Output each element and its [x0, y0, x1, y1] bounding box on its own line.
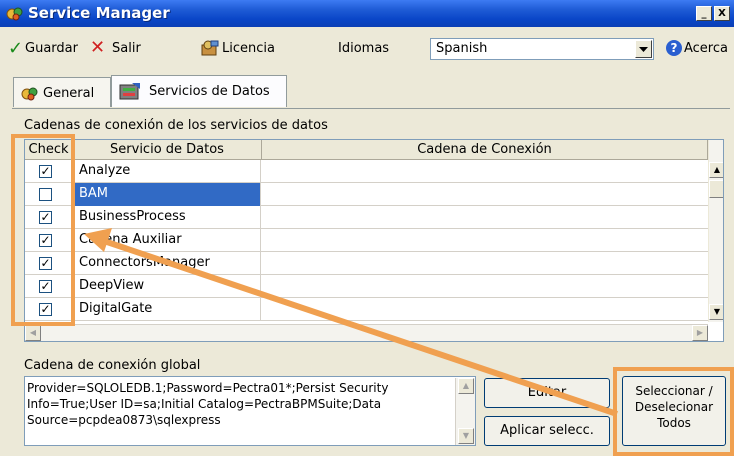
annotation-arrow-icon	[84, 228, 618, 417]
